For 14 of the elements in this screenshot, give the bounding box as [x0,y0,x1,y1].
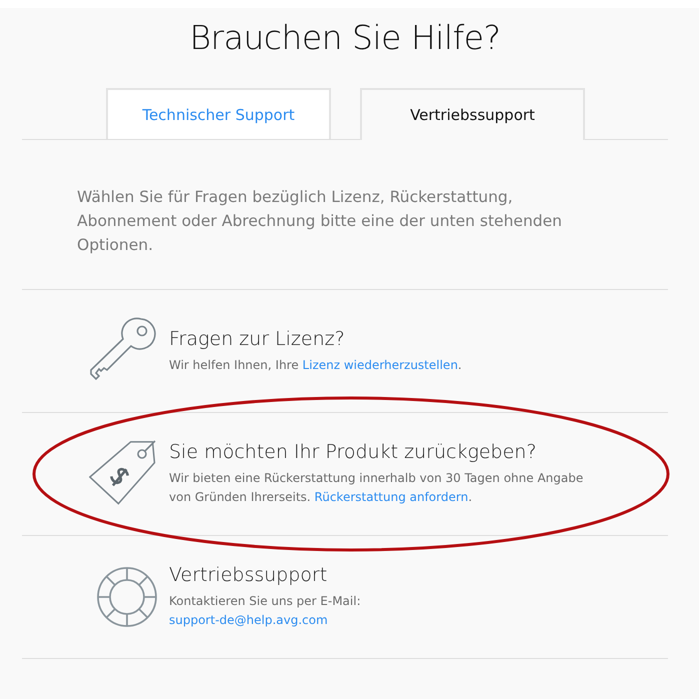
option-heading: Sie möchten Ihr Produkt zurückgeben? [169,441,538,463]
option-description: Wir helfen Ihnen, Ihre Lizenz wiederherzustellen. [169,356,463,374]
lifebuoy-icon [95,565,159,629]
option-description: Wir bieten eine Rückerstattung innerhalb von 30 Tagen ohne Angabe von Gründen Ihrerseits. Rückerstattung anfordern. [169,470,584,506]
option-heading: Vertriebssupport [169,564,328,586]
tab[interactable]: Vertriebssupport [360,88,585,140]
intro-text: Wählen Sie für Fragen bezüglich Lizenz, Rückerstattung, Abonnement oder Abrechnung bitte eine der unten stehenden Optionen. [77,187,563,256]
link[interactable]: support-de@help.avg.com [169,613,328,627]
link[interactable]: Lizenz wiederherzustellen [302,358,458,372]
option-heading: Fragen zur Lizenz? [169,328,346,350]
page-title: Brauchen Sie Hilfe? [188,17,502,59]
tab[interactable]: Technischer Support [106,88,331,139]
option-description: Kontaktieren Sie uns per E-Mail: support-de@help.avg.com [169,593,362,629]
link[interactable]: Rückerstattung anfordern [314,490,468,504]
